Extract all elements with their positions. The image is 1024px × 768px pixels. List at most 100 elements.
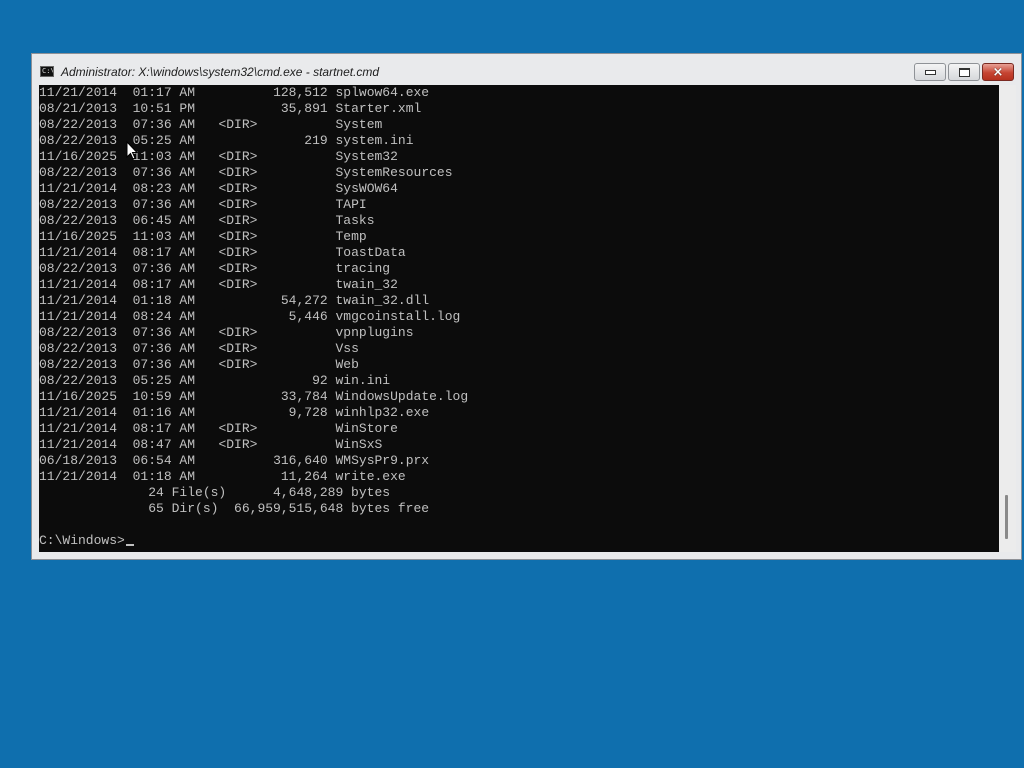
close-icon: × xyxy=(992,64,1004,80)
entry-dir-tag: <DIR> xyxy=(218,325,258,340)
cmd-window[interactable]: C:\ Administrator: X:\windows\system32\c… xyxy=(31,53,1022,560)
entry-name: system.ini xyxy=(335,133,414,148)
entry-time: 01:18 AM xyxy=(132,293,196,308)
entry-size: 11,264 xyxy=(280,469,328,484)
entry-time: 01:18 AM xyxy=(132,469,196,484)
vertical-scrollbar[interactable] xyxy=(999,85,1016,552)
entry-time: 01:17 AM xyxy=(132,85,196,100)
directory-entry: 11/16/2025 11:03 AM <DIR> System32 xyxy=(39,149,468,165)
directory-entry: 06/18/2013 06:54 AM 316,640 WMSysPr9.prx xyxy=(39,453,468,469)
entry-date: 11/21/2014 xyxy=(39,421,118,436)
entry-time: 11:03 AM xyxy=(132,229,196,244)
entry-time: 07:36 AM xyxy=(132,197,196,212)
entry-name: splwow64.exe xyxy=(335,85,430,100)
entry-date: 11/21/2014 xyxy=(39,469,118,484)
minimize-icon xyxy=(924,69,936,75)
entry-date: 11/21/2014 xyxy=(39,293,118,308)
entry-date: 08/22/2013 xyxy=(39,165,118,180)
entry-time: 07:36 AM xyxy=(132,325,196,340)
entry-date: 11/21/2014 xyxy=(39,277,118,292)
entry-time: 08:47 AM xyxy=(132,437,196,452)
cmd-app-icon-label: C:\ xyxy=(42,67,54,75)
entry-date: 11/21/2014 xyxy=(39,405,118,420)
entry-time: 07:36 AM xyxy=(132,117,196,132)
entry-size: 128,512 xyxy=(273,85,328,100)
close-button[interactable]: × xyxy=(982,63,1014,81)
minimize-button[interactable] xyxy=(914,63,946,81)
entry-date: 06/18/2013 xyxy=(39,453,118,468)
directory-entry: 08/22/2013 07:36 AM <DIR> System xyxy=(39,117,468,133)
entry-size: 219 xyxy=(304,133,328,148)
scrollbar-thumb[interactable] xyxy=(1005,495,1008,539)
directory-entry: 08/22/2013 07:36 AM <DIR> vpnplugins xyxy=(39,325,468,341)
entry-dir-tag: <DIR> xyxy=(218,213,258,228)
entry-name: ToastData xyxy=(335,245,406,260)
entry-date: 08/21/2013 xyxy=(39,101,118,116)
entry-time: 08:23 AM xyxy=(132,181,196,196)
entry-date: 11/21/2014 xyxy=(39,85,118,100)
entry-dir-tag: <DIR> xyxy=(218,149,258,164)
entry-name: WinStore xyxy=(335,421,398,436)
directory-entry: 08/22/2013 07:36 AM <DIR> TAPI xyxy=(39,197,468,213)
entry-size: 5,446 xyxy=(288,309,328,324)
entry-name: Web xyxy=(335,357,359,372)
mouse-pointer-icon xyxy=(126,141,138,160)
summary-count: 24 File(s) xyxy=(148,485,227,500)
entry-size: 92 xyxy=(312,373,328,388)
window-titlebar[interactable]: C:\ Administrator: X:\windows\system32\c… xyxy=(32,54,1021,85)
directory-entry: 11/21/2014 01:17 AM 128,512 splwow64.exe xyxy=(39,85,468,101)
directory-entry: 11/21/2014 08:47 AM <DIR> WinSxS xyxy=(39,437,468,453)
entry-time: 01:16 AM xyxy=(132,405,196,420)
entry-size: 54,272 xyxy=(280,293,328,308)
entry-date: 11/16/2025 xyxy=(39,149,118,164)
directory-entry: 08/22/2013 07:36 AM <DIR> Vss xyxy=(39,341,468,357)
entry-name: Vss xyxy=(335,341,359,356)
command-prompt-line[interactable]: C:\Windows> xyxy=(39,533,468,549)
entry-name: System xyxy=(335,117,383,132)
entry-name: System32 xyxy=(335,149,398,164)
directory-entry: 08/22/2013 07:36 AM <DIR> Web xyxy=(39,357,468,373)
entry-time: 07:36 AM xyxy=(132,357,196,372)
summary-bytes: 66,959,515,648 bytes free xyxy=(234,501,430,516)
directory-entry: 11/16/2025 11:03 AM <DIR> Temp xyxy=(39,229,468,245)
entry-date: 08/22/2013 xyxy=(39,133,118,148)
entry-time: 08:24 AM xyxy=(132,309,196,324)
entry-time: 08:17 AM xyxy=(132,277,196,292)
entry-dir-tag: <DIR> xyxy=(218,437,258,452)
entry-name: WindowsUpdate.log xyxy=(335,389,469,404)
entry-size: 35,891 xyxy=(280,101,328,116)
entry-size: 9,728 xyxy=(288,405,328,420)
entry-time: 05:25 AM xyxy=(132,133,196,148)
entry-dir-tag: <DIR> xyxy=(218,197,258,212)
maximize-button[interactable] xyxy=(948,63,980,81)
entry-name: Starter.xml xyxy=(335,101,422,116)
entry-date: 11/21/2014 xyxy=(39,245,118,260)
entry-date: 11/21/2014 xyxy=(39,181,118,196)
entry-name: SysWOW64 xyxy=(335,181,398,196)
entry-name: twain_32 xyxy=(335,277,398,292)
entry-date: 08/22/2013 xyxy=(39,117,118,132)
entry-time: 10:59 AM xyxy=(132,389,196,404)
entry-name: vmgcoinstall.log xyxy=(335,309,461,324)
entry-name: SystemResources xyxy=(335,165,453,180)
entry-name: twain_32.dll xyxy=(335,293,430,308)
cmd-app-icon[interactable]: C:\ xyxy=(40,66,54,77)
entry-date: 08/22/2013 xyxy=(39,325,118,340)
entry-time: 08:17 AM xyxy=(132,421,196,436)
maximize-icon xyxy=(958,67,970,77)
entry-dir-tag: <DIR> xyxy=(218,245,258,260)
console-output[interactable]: 11/21/2014 01:17 AM 128,512 splwow64.exe… xyxy=(39,85,999,552)
entry-date: 08/22/2013 xyxy=(39,357,118,372)
entry-time: 05:25 AM xyxy=(132,373,196,388)
entry-name: WinSxS xyxy=(335,437,383,452)
entry-time: 08:17 AM xyxy=(132,245,196,260)
entry-name: vpnplugins xyxy=(335,325,414,340)
directory-entry: 11/21/2014 08:17 AM <DIR> twain_32 xyxy=(39,277,468,293)
directory-entry: 08/21/2013 10:51 PM 35,891 Starter.xml xyxy=(39,101,468,117)
summary-line: 65 Dir(s) 66,959,515,648 bytes free xyxy=(39,501,468,517)
directory-entry: 11/16/2025 10:59 AM 33,784 WindowsUpdate… xyxy=(39,389,468,405)
entry-dir-tag: <DIR> xyxy=(218,341,258,356)
entry-dir-tag: <DIR> xyxy=(218,357,258,372)
window-title: Administrator: X:\windows\system32\cmd.e… xyxy=(61,65,380,79)
